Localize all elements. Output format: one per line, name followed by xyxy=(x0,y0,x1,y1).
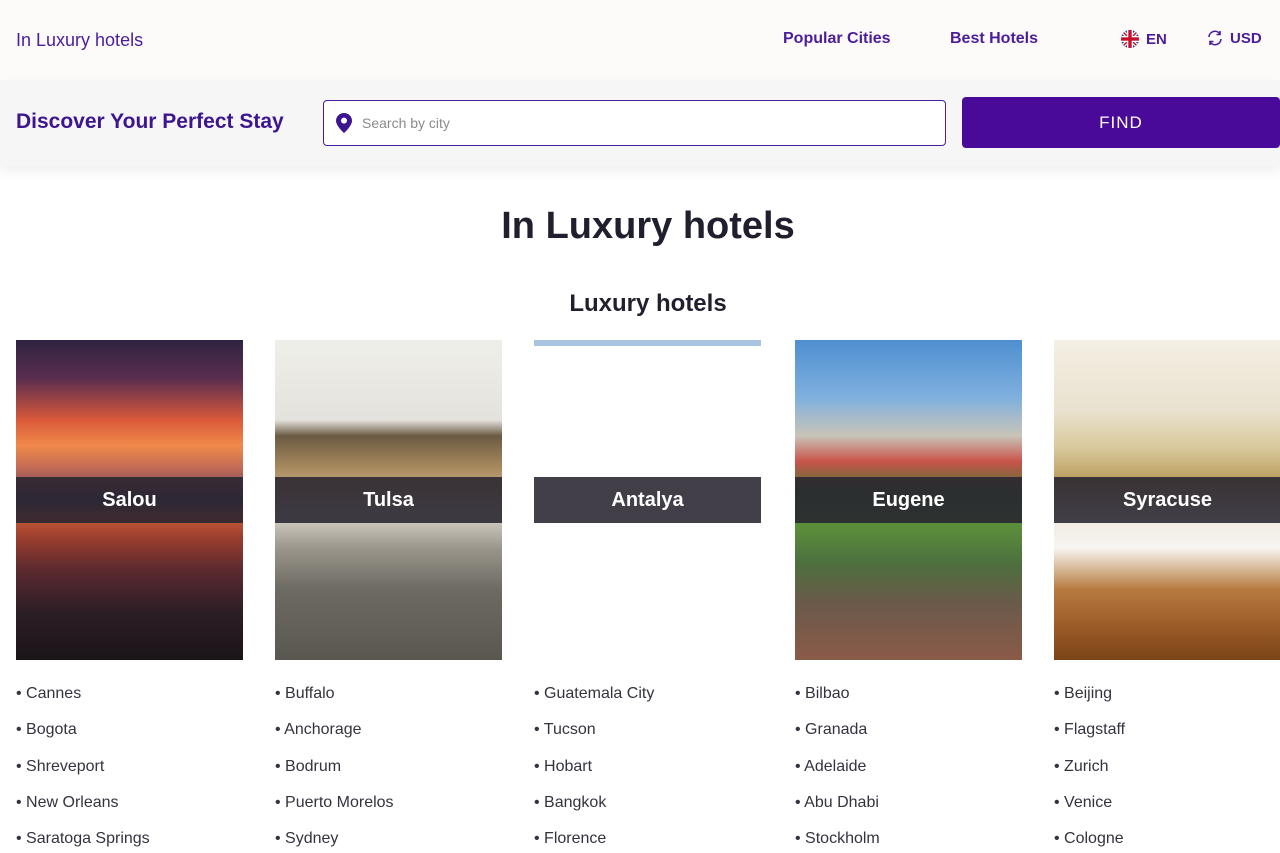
city-link[interactable]: New Orleans xyxy=(16,793,150,829)
city-card-syracuse[interactable]: Syracuse xyxy=(1054,340,1280,660)
city-link[interactable]: Bilbao xyxy=(795,684,880,720)
city-link[interactable]: Adelaide xyxy=(795,757,880,793)
refresh-icon xyxy=(1208,30,1222,46)
city-link[interactable]: Stockholm xyxy=(795,829,880,853)
language-selector[interactable]: EN xyxy=(1120,29,1167,49)
page-title: In Luxury hotels xyxy=(501,205,795,247)
city-link[interactable]: Shreveport xyxy=(16,757,150,793)
currency-selector[interactable]: USD xyxy=(1206,29,1262,47)
city-link[interactable]: Bangkok xyxy=(534,793,654,829)
city-link[interactable]: Florence xyxy=(534,829,654,853)
city-link[interactable]: Hobart xyxy=(534,757,654,793)
city-link[interactable]: Buffalo xyxy=(275,684,394,720)
city-list: Guatemala City Tucson Hobart Bangkok Flo… xyxy=(534,684,655,853)
section-title: Luxury hotels xyxy=(569,290,727,317)
uk-flag-icon xyxy=(1121,30,1139,48)
nav-best-hotels[interactable]: Best Hotels xyxy=(950,30,1038,48)
city-link[interactable]: Beijing xyxy=(1054,684,1125,720)
city-link[interactable]: Bodrum xyxy=(275,757,394,793)
city-card-tulsa[interactable]: Tulsa xyxy=(275,340,502,660)
location-pin-icon xyxy=(336,113,352,133)
city-link[interactable]: Puerto Morelos xyxy=(275,793,394,829)
find-button[interactable]: FIND xyxy=(962,97,1280,148)
search-input[interactable] xyxy=(362,115,922,131)
city-card-label: Syracuse xyxy=(1054,477,1280,523)
city-card-label: Salou xyxy=(16,477,243,523)
city-list: Buffalo Anchorage Bodrum Puerto Morelos … xyxy=(275,684,394,853)
city-link[interactable]: Abu Dhabi xyxy=(795,793,880,829)
city-card-label: Tulsa xyxy=(275,477,502,523)
currency-label: USD xyxy=(1230,29,1262,47)
city-list: Bilbao Granada Adelaide Abu Dhabi Stockh… xyxy=(795,684,880,853)
language-label: EN xyxy=(1146,30,1167,48)
search-bar: Discover Your Perfect Stay FIND xyxy=(0,80,1280,166)
top-navbar: In Luxury hotels Popular Cities Best Hot… xyxy=(0,0,1280,80)
city-list: Cannes Bogota Shreveport New Orleans Sar… xyxy=(16,684,150,853)
city-list: Beijing Flagstaff Zurich Venice Cologne xyxy=(1054,684,1125,853)
city-link[interactable]: Venice xyxy=(1054,793,1125,829)
city-link[interactable]: Zurich xyxy=(1054,757,1125,793)
nav-popular-cities[interactable]: Popular Cities xyxy=(783,30,891,48)
city-card-eugene[interactable]: Eugene xyxy=(795,340,1022,660)
city-link[interactable]: Flagstaff xyxy=(1054,720,1125,756)
city-card-antalya[interactable]: Antalya xyxy=(534,340,761,660)
city-link[interactable]: Cannes xyxy=(16,684,150,720)
city-link[interactable]: Tucson xyxy=(534,720,654,756)
search-field[interactable] xyxy=(323,100,946,146)
brand-link[interactable]: In Luxury hotels xyxy=(16,30,143,51)
search-heading: Discover Your Perfect Stay xyxy=(16,110,284,133)
city-link[interactable]: Anchorage xyxy=(275,720,394,756)
city-link[interactable]: Saratoga Springs xyxy=(16,829,150,853)
city-card-salou[interactable]: Salou xyxy=(16,340,243,660)
city-card-label: Eugene xyxy=(795,477,1022,523)
city-link[interactable]: Cologne xyxy=(1054,829,1125,853)
city-link[interactable]: Sydney xyxy=(275,829,394,853)
city-link[interactable]: Bogota xyxy=(16,720,150,756)
city-link[interactable]: Guatemala City xyxy=(534,684,654,720)
city-card-label: Antalya xyxy=(534,477,761,523)
city-link[interactable]: Granada xyxy=(795,720,880,756)
